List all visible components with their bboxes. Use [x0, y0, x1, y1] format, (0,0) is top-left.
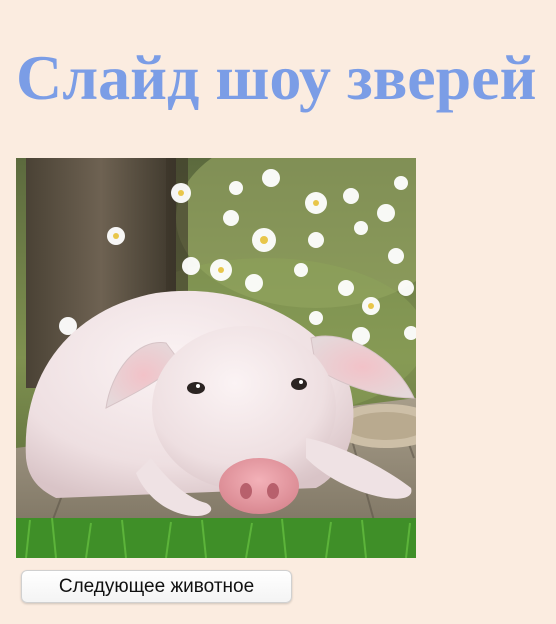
pig-photo-illustration [16, 158, 416, 558]
next-animal-button[interactable]: Следующее животное [21, 570, 292, 603]
animal-photo [16, 158, 416, 558]
page-title: Слайд шоу зверей [16, 42, 537, 113]
